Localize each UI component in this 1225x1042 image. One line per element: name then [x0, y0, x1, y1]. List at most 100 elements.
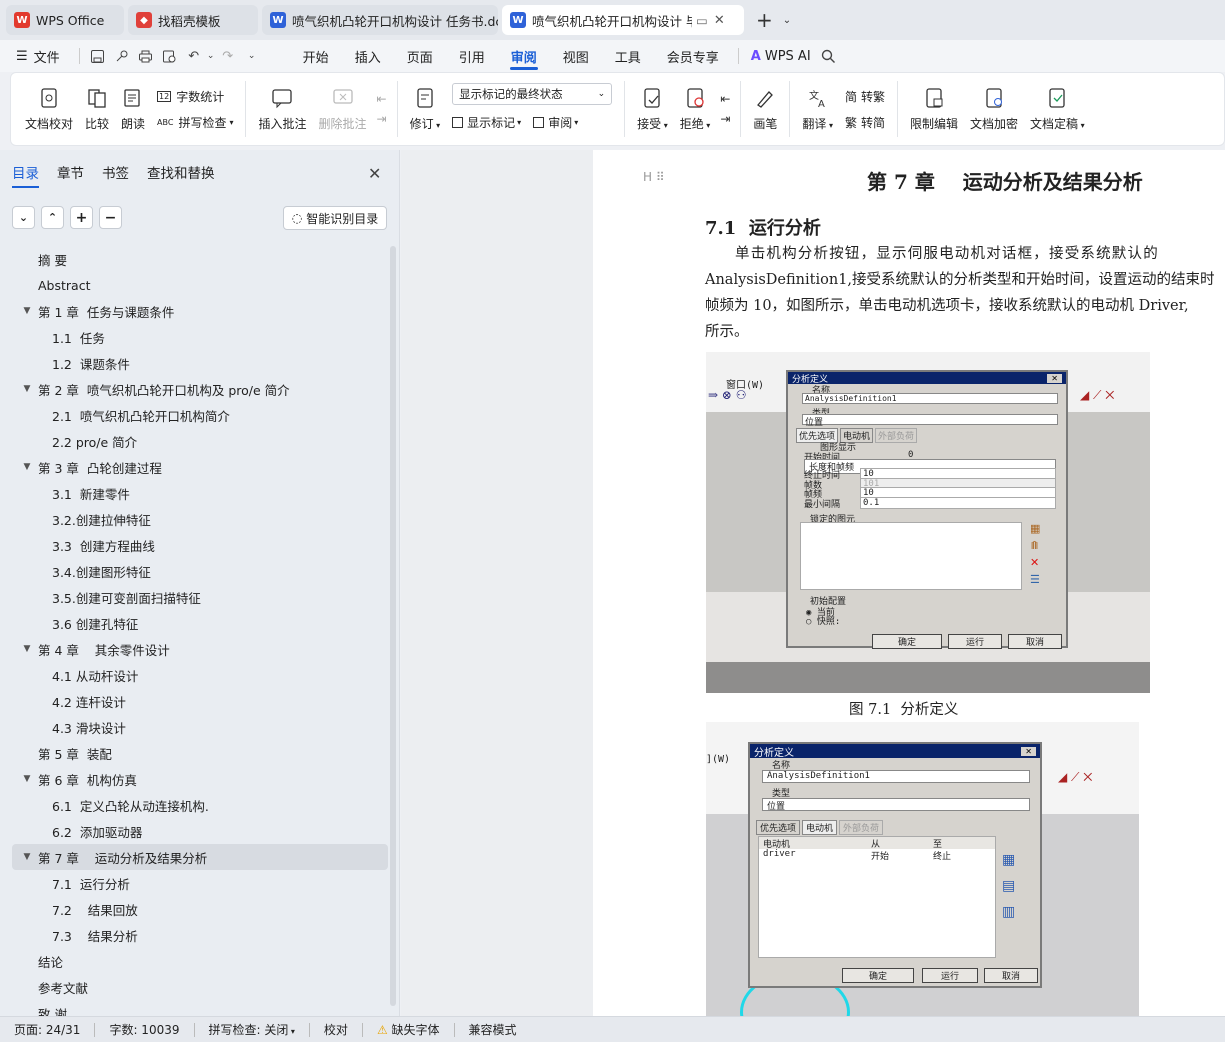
- file-menu[interactable]: ☰ 文件: [0, 40, 73, 72]
- print-preview-icon[interactable]: [158, 44, 182, 68]
- accept-button[interactable]: 接受 ▾: [631, 74, 674, 144]
- share-icon[interactable]: [110, 44, 134, 68]
- spell-check-button[interactable]: ABC 拼写检查 ▾: [157, 109, 233, 135]
- toc-item[interactable]: 参考文献: [12, 974, 388, 1000]
- toc-item[interactable]: 7.3 结果分析: [12, 922, 388, 948]
- toc-item[interactable]: 3.5.创建可变剖面扫描特征: [12, 584, 388, 610]
- doc-check-button[interactable]: 文档校对: [11, 74, 79, 144]
- toc-item[interactable]: 3.2.创建拉伸特征: [12, 506, 388, 532]
- prev-change-icon[interactable]: ⇤: [720, 92, 730, 106]
- nav-tab-bookmarks[interactable]: 书签: [102, 162, 129, 188]
- toc-item[interactable]: 7.1 运行分析: [12, 870, 388, 896]
- expand-button[interactable]: ⌃: [41, 206, 64, 229]
- menu-view[interactable]: 视图: [550, 40, 602, 72]
- to-simplified-button[interactable]: 繁 转简: [845, 109, 885, 135]
- add-heading-button[interactable]: +: [70, 206, 93, 229]
- expand-triangle-icon[interactable]: ▼: [20, 774, 34, 784]
- toc-item[interactable]: ▼ 第 1 章 任务与课题条件: [12, 298, 388, 324]
- toc-item[interactable]: 6.2 添加驱动器: [12, 818, 388, 844]
- wps-ai-button[interactable]: A WPS AI: [745, 40, 817, 72]
- toc-item[interactable]: 2.2 pro/e 简介: [12, 428, 388, 454]
- toc-item[interactable]: 4.3 滑块设计: [12, 714, 388, 740]
- menu-page[interactable]: 页面: [394, 40, 446, 72]
- toc-item[interactable]: 4.2 连杆设计: [12, 688, 388, 714]
- markup-state-select[interactable]: 显示标记的最终状态 ⌄: [452, 83, 613, 105]
- reject-button[interactable]: 拒绝 ▾: [674, 74, 717, 144]
- smart-toc-button[interactable]: ◌ 智能识别目录: [283, 206, 387, 230]
- toc-item[interactable]: 2.1 喷气织机凸轮开口机构简介: [12, 402, 388, 428]
- toc-item[interactable]: 3.4.创建图形特征: [12, 558, 388, 584]
- restrict-edit-button[interactable]: 限制编辑: [904, 74, 964, 144]
- undo-dropdown-chevron-icon[interactable]: ⌄: [206, 44, 216, 68]
- toc-item[interactable]: 3.6 创建孔特征: [12, 610, 388, 636]
- nav-scrollbar[interactable]: [390, 246, 396, 1006]
- toc-item[interactable]: ▼ 第 2 章 喷气织机凸轮开口机构及 pro/e 简介: [12, 376, 388, 402]
- tab-thesis-document[interactable]: W 喷气织机凸轮开口机构设计 毕 ▭ ✕: [502, 5, 744, 35]
- new-tab-button[interactable]: +: [756, 8, 773, 32]
- next-change-icon[interactable]: ⇥: [720, 112, 730, 126]
- toc-item[interactable]: 3.1 新建零件: [12, 480, 388, 506]
- toc-item[interactable]: ▼ 第 4 章 其余零件设计: [12, 636, 388, 662]
- menu-reference[interactable]: 引用: [446, 40, 498, 72]
- expand-triangle-icon[interactable]: ▼: [20, 644, 34, 654]
- revise-button[interactable]: 修订 ▾: [404, 74, 447, 144]
- nav-tab-find-replace[interactable]: 查找和替换: [147, 162, 215, 188]
- compare-button[interactable]: 比较: [79, 74, 115, 144]
- close-icon[interactable]: ✕: [368, 164, 381, 183]
- menu-member[interactable]: 会员专享: [654, 40, 732, 72]
- spell-check-status[interactable]: 拼写检查: 关闭 ▾: [195, 1021, 309, 1038]
- toc-item[interactable]: 1.2 课题条件: [12, 350, 388, 376]
- toc-item[interactable]: ▼ 第 7 章 运动分析及结果分析: [12, 844, 388, 870]
- undo-icon[interactable]: ↶: [182, 44, 206, 68]
- tab-task-document[interactable]: W 喷气织机凸轮开口机构设计 任务书.dc: [262, 5, 498, 35]
- toc-item[interactable]: 摘 要: [12, 246, 388, 272]
- toc-item[interactable]: 4.1 从动杆设计: [12, 662, 388, 688]
- to-traditional-button[interactable]: 简 转繁: [845, 83, 885, 109]
- finalize-button[interactable]: 文档定稿 ▾: [1024, 74, 1091, 144]
- read-aloud-button[interactable]: 朗读: [115, 74, 151, 144]
- proofread-status[interactable]: 校对: [310, 1021, 362, 1038]
- print-icon[interactable]: [134, 44, 158, 68]
- show-markup-button[interactable]: 显示标记 ▾: [452, 109, 521, 135]
- toc-item[interactable]: ▼ 第 3 章 凸轮创建过程: [12, 454, 388, 480]
- save-icon[interactable]: [86, 44, 110, 68]
- search-icon[interactable]: [817, 44, 841, 68]
- word-count-indicator[interactable]: 字数: 10039: [95, 1021, 193, 1038]
- menu-tools[interactable]: 工具: [602, 40, 654, 72]
- toc-item[interactable]: 3.3 创建方程曲线: [12, 532, 388, 558]
- prev-comment-icon[interactable]: ⇤: [377, 92, 387, 106]
- collapse-all-button[interactable]: ⌄: [12, 206, 35, 229]
- expand-triangle-icon[interactable]: ▼: [20, 306, 34, 316]
- pen-button[interactable]: 画笔: [747, 74, 783, 144]
- toc-item[interactable]: 6.1 定义凸轮从动连接机构.: [12, 792, 388, 818]
- tab-wps-office[interactable]: W WPS Office: [6, 5, 124, 35]
- translate-button[interactable]: 文A 翻译 ▾: [796, 74, 839, 144]
- next-comment-icon[interactable]: ⇥: [377, 112, 387, 126]
- encrypt-button[interactable]: 文档加密: [964, 74, 1024, 144]
- toc-item[interactable]: 1.1 任务: [12, 324, 388, 350]
- delete-comment-button[interactable]: 删除批注: [313, 74, 373, 144]
- menu-insert[interactable]: 插入: [342, 40, 394, 72]
- toc-item[interactable]: 第 5 章 装配: [12, 740, 388, 766]
- nav-tab-chapters[interactable]: 章节: [57, 162, 84, 188]
- more-chevron-icon[interactable]: ⌄: [240, 44, 264, 68]
- redo-icon[interactable]: ↷: [216, 44, 240, 68]
- expand-triangle-icon[interactable]: ▼: [20, 462, 34, 472]
- insert-comment-button[interactable]: 插入批注: [252, 74, 312, 144]
- remove-heading-button[interactable]: −: [99, 206, 122, 229]
- review-pane-button[interactable]: 审阅 ▾: [533, 109, 578, 135]
- expand-triangle-icon[interactable]: ▼: [20, 852, 34, 862]
- toc-item[interactable]: ▼ 第 6 章 机构仿真: [12, 766, 388, 792]
- document-page[interactable]: H ⠿ 第 7 章 运动分析及结果分析 7.1 运行分析 单击机构分析按钮，显示…: [593, 150, 1225, 1016]
- menu-review[interactable]: 审阅: [498, 40, 550, 72]
- page-indicator[interactable]: 页面: 24/31: [0, 1021, 94, 1038]
- missing-font-status[interactable]: ⚠ 缺失字体: [363, 1021, 454, 1038]
- word-count-button[interactable]: 12 字数统计: [157, 83, 233, 109]
- toc-item[interactable]: 7.2 结果回放: [12, 896, 388, 922]
- heading-marker-icon[interactable]: H ⠿: [643, 170, 665, 184]
- close-tab-icon[interactable]: ✕: [714, 13, 725, 28]
- expand-triangle-icon[interactable]: ▼: [20, 384, 34, 394]
- toc-item[interactable]: 结论: [12, 948, 388, 974]
- nav-tab-toc[interactable]: 目录: [12, 162, 39, 188]
- tab-list-chevron-icon[interactable]: ⌄: [783, 15, 791, 26]
